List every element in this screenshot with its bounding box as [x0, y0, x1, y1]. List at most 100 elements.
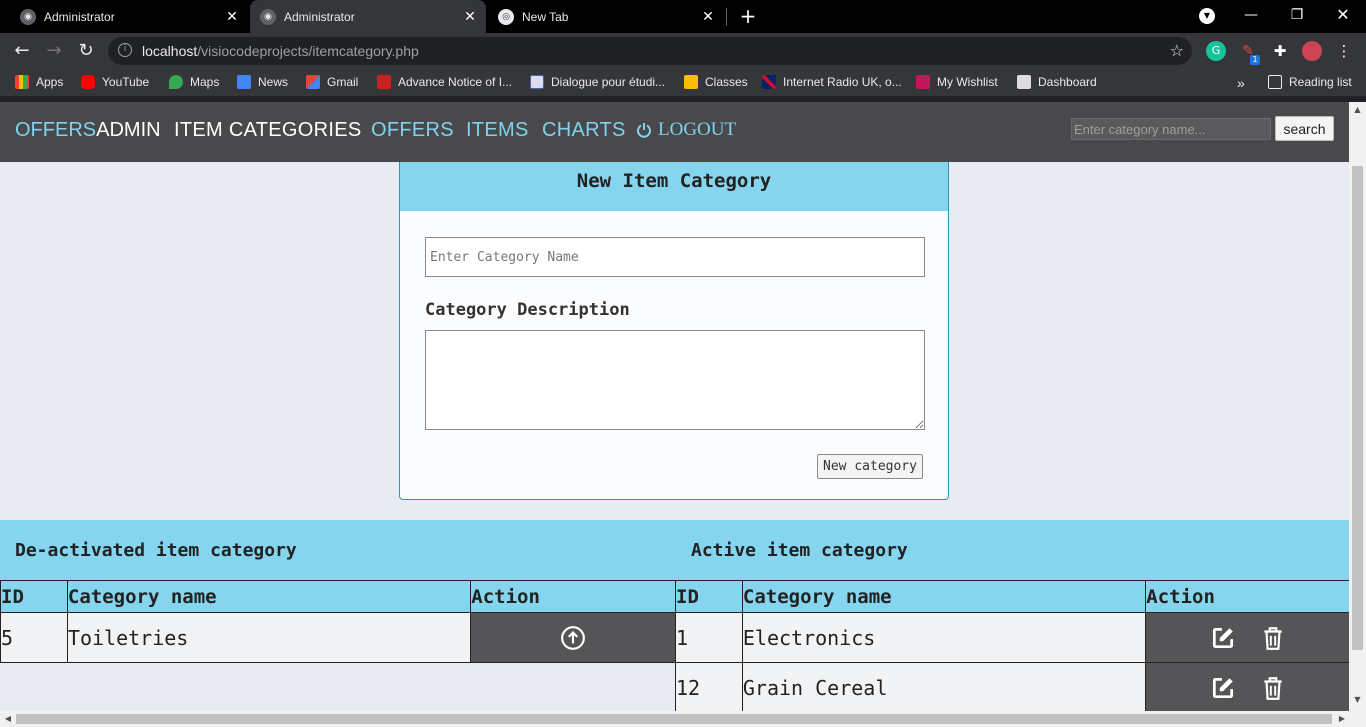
calendar-icon	[530, 75, 544, 89]
reading-list-button[interactable]: Reading list	[1268, 75, 1352, 89]
column-header-id: ID	[0, 580, 68, 613]
reading-list-label: Reading list	[1289, 75, 1352, 89]
bookmark-youtube[interactable]: YouTube	[81, 75, 149, 89]
browser-tab-active[interactable]: ◉ Administrator ✕	[250, 0, 486, 33]
table-header-row: ID Category name Action	[0, 580, 676, 613]
gmail-icon	[306, 75, 320, 89]
bookmark-news[interactable]: News	[237, 75, 288, 89]
close-tab-icon[interactable]: ✕	[462, 8, 478, 24]
browser-toolbar: ← → ↻ i localhost/visiocodeprojects/item…	[0, 33, 1366, 69]
brand-part-offers: OFFERS	[15, 119, 97, 141]
site-favicon-icon: ◉	[20, 8, 36, 25]
search-button[interactable]: search	[1275, 116, 1334, 141]
active-section-title: Active item category	[691, 540, 908, 561]
reload-icon[interactable]: ↻	[74, 39, 98, 63]
nav-charts[interactable]: CHARTS	[542, 119, 626, 142]
close-tab-icon[interactable]: ✕	[224, 8, 240, 24]
category-name-input[interactable]	[425, 237, 925, 277]
bookmark-advance-notice[interactable]: Advance Notice of I...	[377, 75, 512, 89]
nav-items[interactable]: ITEMS	[466, 119, 529, 142]
trash-icon[interactable]	[1260, 675, 1286, 701]
site-navbar: OFFERSADMIN ITEM CATEGORIES OFFERS ITEMS…	[0, 102, 1349, 162]
url-host: localhost	[142, 43, 198, 59]
column-header-action: Action	[1145, 580, 1349, 613]
horizontal-scroll-thumb[interactable]	[16, 714, 1332, 724]
power-icon	[637, 123, 651, 138]
tab-search-chevron-icon[interactable]: ▼	[1199, 8, 1215, 24]
edit-icon[interactable]	[1210, 675, 1236, 701]
deactivated-section-title: De-activated item category	[15, 540, 297, 561]
bookmark-apps[interactable]: Apps	[15, 75, 63, 89]
column-header-action: Action	[470, 580, 676, 613]
grammarly-extension-icon[interactable]: G	[1206, 41, 1226, 61]
address-bar[interactable]: i localhost/visiocodeprojects/itemcatego…	[108, 37, 1192, 65]
browser-tab[interactable]: ◉ Administrator ✕	[0, 0, 248, 33]
column-header-id: ID	[675, 580, 743, 613]
wishlist-q-icon	[916, 75, 930, 89]
bookmark-dashboard[interactable]: Dashboard	[1017, 75, 1097, 89]
kebab-menu-icon[interactable]: ⋮	[1334, 41, 1354, 61]
bookmark-gmail[interactable]: Gmail	[306, 75, 358, 89]
active-table: ID Category name Action 1 Electronics 12…	[675, 580, 1349, 711]
category-description-textarea[interactable]	[425, 330, 925, 430]
scroll-up-arrow-icon[interactable]: ▲	[1352, 104, 1363, 116]
edit-icon[interactable]	[1210, 625, 1236, 651]
bookmark-label: Dialogue pour étudi...	[551, 75, 666, 89]
vertical-scroll-thumb[interactable]	[1352, 166, 1363, 650]
horizontal-scrollbar[interactable]: ◀ ▶	[0, 711, 1366, 727]
bookmark-wishlist[interactable]: My Wishlist	[916, 75, 998, 89]
dashboard-icon	[1017, 75, 1031, 89]
row-category-name: Toiletries	[66, 612, 472, 663]
tab-separator	[726, 8, 727, 26]
minimize-icon[interactable]: —	[1228, 0, 1274, 30]
bookmark-label: Maps	[190, 75, 220, 89]
bookmark-label: Apps	[36, 75, 64, 89]
reading-list-icon	[1268, 75, 1282, 89]
bookmark-classes[interactable]: Classes	[684, 75, 748, 89]
category-description-label: Category Description	[425, 300, 630, 320]
table-row: 5 Toiletries	[0, 612, 676, 663]
bookmark-dialogue[interactable]: Dialogue pour étudi...	[530, 75, 665, 89]
avatar[interactable]	[1302, 41, 1322, 61]
bookmarks-overflow-icon[interactable]: »	[1237, 75, 1245, 91]
vertical-scrollbar[interactable]: ▲ ▼	[1349, 102, 1366, 711]
search-input[interactable]	[1071, 118, 1271, 140]
row-actions	[470, 612, 676, 663]
scroll-right-arrow-icon[interactable]: ▶	[1336, 713, 1348, 725]
bookmark-internet-radio[interactable]: Internet Radio UK, o...	[762, 75, 902, 89]
browser-tab[interactable]: ◎ New Tab ✕	[488, 0, 724, 33]
mail-icon	[377, 75, 391, 89]
window-close-icon[interactable]: ✕	[1320, 0, 1366, 30]
bookmark-label: Classes	[705, 75, 748, 89]
puzzle-extensions-icon[interactable]: ✚	[1270, 41, 1290, 61]
forward-arrow-icon[interactable]: →	[42, 39, 66, 63]
url-path: /visiocodeprojects/itemcategory.php	[197, 43, 419, 59]
scroll-left-arrow-icon[interactable]: ◀	[2, 713, 14, 725]
extension-icon[interactable]: ✎ 1	[1238, 41, 1260, 65]
nav-offers[interactable]: OFFERS	[371, 119, 454, 142]
address-url: localhost/visiocodeprojects/itemcategory…	[142, 43, 419, 59]
site-favicon-icon: ◉	[260, 8, 276, 25]
browser-tab-title: Administrator	[284, 9, 355, 24]
brand-logo[interactable]: OFFERSADMIN	[15, 119, 161, 142]
back-arrow-icon[interactable]: ←	[10, 39, 34, 63]
chrome-favicon-icon: ◎	[498, 8, 514, 25]
nav-item-categories[interactable]: ITEM CATEGORIES	[174, 119, 361, 142]
bookmark-star-icon[interactable]: ☆	[1170, 41, 1184, 60]
activate-arrow-up-circle-icon[interactable]	[560, 625, 586, 651]
browser-tab-title: New Tab	[522, 9, 569, 24]
restore-icon[interactable]: ❐	[1274, 0, 1320, 30]
browser-tab-title: Administrator	[44, 9, 115, 24]
scroll-down-arrow-icon[interactable]: ▼	[1352, 694, 1363, 706]
site-info-icon[interactable]: i	[118, 43, 132, 57]
close-tab-icon[interactable]: ✕	[700, 8, 716, 24]
active-section-header: Active item category	[675, 520, 1349, 581]
trash-icon[interactable]	[1260, 625, 1286, 651]
row-id: 12	[675, 662, 743, 711]
new-category-button[interactable]: New category	[817, 454, 923, 479]
bookmark-maps[interactable]: Maps	[169, 75, 219, 89]
new-tab-plus-icon[interactable]: +	[737, 5, 759, 27]
bookmark-label: Gmail	[327, 75, 359, 89]
bookmark-label: Internet Radio UK, o...	[783, 75, 902, 89]
logout-link[interactable]: LOGOUT	[636, 119, 736, 141]
